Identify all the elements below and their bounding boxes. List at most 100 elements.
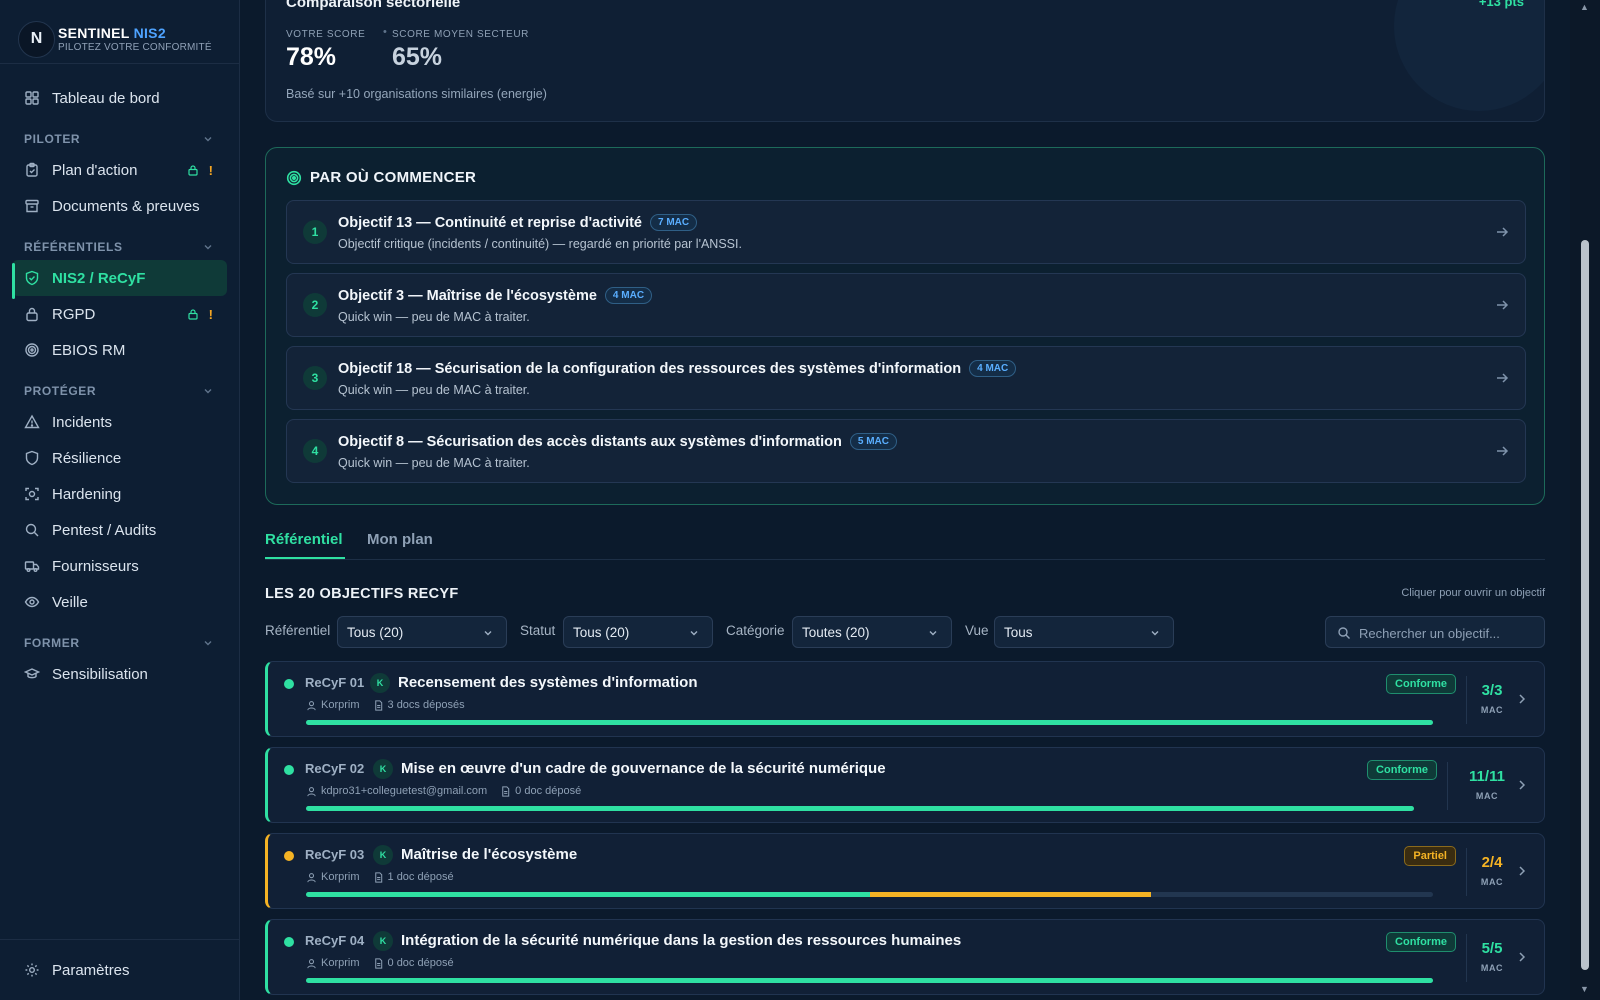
sidebar-item-fournisseurs[interactable]: Fournisseurs	[12, 548, 227, 584]
chevron-down-icon	[690, 631, 698, 636]
alert-icon: !	[208, 306, 213, 322]
objective-title: Recensement des systèmes d'information	[398, 674, 698, 691]
filter-label-categorie: Catégorie	[726, 623, 785, 638]
scroll-up-arrow-icon[interactable]: ▲	[1580, 2, 1589, 12]
arrow-right-icon	[1497, 227, 1509, 237]
sidebar-item-nis2[interactable]: NIS2 / ReCyF	[12, 260, 227, 296]
sidebar-item-settings[interactable]: Paramètres	[12, 952, 227, 988]
progress-done	[306, 892, 870, 897]
document-icon	[502, 785, 510, 797]
brand[interactable]: N SENTINEL NIS2 PILOTEZ VOTRE CONFORMITÉ	[18, 14, 212, 64]
warning-icon	[24, 414, 40, 429]
clipboard-icon	[26, 162, 38, 177]
objective-owner: Korprim	[321, 871, 360, 883]
objective-row[interactable]: ReCyF 01 K Recensement des systèmes d'in…	[265, 661, 1545, 737]
priority-step[interactable]: 4 Objectif 8 — Sécurisation des accès di…	[286, 419, 1526, 483]
tab-mon-plan[interactable]: Mon plan	[367, 531, 433, 548]
user-icon	[307, 958, 316, 968]
priority-step[interactable]: 1 Objectif 13 — Continuité et reprise d'…	[286, 200, 1526, 264]
sidebar-item-sensibilisation[interactable]: Sensibilisation	[12, 656, 227, 692]
card-title: Comparaison sectorielle	[286, 0, 461, 11]
mac-unit: MAC	[1480, 705, 1504, 715]
status-dot	[284, 765, 294, 775]
progress-bar	[306, 892, 1433, 897]
avatar: K	[373, 845, 393, 865]
sidebar-item-documents[interactable]: Documents & preuves	[12, 188, 227, 224]
sidebar-item-rgpd[interactable]: RGPD !	[12, 296, 227, 332]
document-icon	[374, 957, 382, 969]
sector-comparison-card: Comparaison sectorielle +13 pts VOTRE SC…	[265, 0, 1545, 122]
progress-bar	[306, 720, 1433, 725]
chevron-right-icon	[1519, 694, 1526, 704]
objective-row[interactable]: ReCyF 04 K Intégration de la sécurité nu…	[265, 919, 1545, 995]
chevron-down-icon	[204, 137, 212, 142]
brand-name: SENTINEL NIS2	[58, 24, 166, 41]
tab-bar: Référentiel Mon plan	[265, 523, 1545, 560]
objective-code: ReCyF 03	[305, 847, 365, 862]
decorative-circle	[1394, 0, 1544, 111]
step-description: Quick win — peu de MAC à traiter.	[338, 456, 530, 470]
gear-icon	[25, 963, 39, 977]
lock-icon	[188, 309, 198, 320]
section-former[interactable]: FORMER	[24, 635, 214, 651]
step-description: Objectif critique (incidents / continuit…	[338, 237, 742, 251]
divider	[1447, 762, 1448, 810]
search-input[interactable]	[1359, 623, 1539, 643]
sidebar-item-dashboard[interactable]: Tableau de bord	[12, 80, 227, 116]
page-scrollbar[interactable]: ▲ ▼	[1570, 0, 1600, 1000]
objective-row[interactable]: ReCyF 03 K Maîtrise de l'écosystème Korp…	[265, 833, 1545, 909]
avatar: K	[370, 673, 390, 693]
tab-referentiel[interactable]: Référentiel	[265, 531, 343, 548]
sidebar-item-incidents[interactable]: Incidents	[12, 404, 227, 440]
archive-icon	[25, 199, 39, 213]
sidebar-item-plan-action[interactable]: Plan d'action !	[12, 152, 227, 188]
sidebar-item-label: Plan d'action	[52, 161, 138, 179]
section-proteger[interactable]: PROTÉGER	[24, 383, 214, 399]
select-value: Tous (20)	[347, 624, 404, 640]
section-piloter[interactable]: PILOTER	[24, 131, 214, 147]
section-label: PROTÉGER	[24, 384, 97, 398]
progress-done	[306, 720, 1433, 725]
sidebar-item-label: Fournisseurs	[52, 557, 139, 575]
user-icon	[307, 786, 316, 796]
objectives-title: LES 20 OBJECTIFS RECYF	[265, 586, 459, 602]
chevron-right-icon	[1519, 952, 1526, 962]
objective-search[interactable]	[1325, 616, 1545, 648]
scrollbar-thumb[interactable]	[1581, 240, 1589, 970]
status-badge: Conforme	[1367, 760, 1437, 780]
sidebar-item-veille[interactable]: Veille	[12, 584, 227, 620]
objective-meta: Korprim 0 doc déposé	[306, 957, 454, 969]
scroll-down-arrow-icon[interactable]: ▼	[1580, 984, 1589, 994]
objective-meta: Korprim 1 doc déposé	[306, 871, 454, 883]
progress-partial	[869, 892, 1152, 897]
priority-step[interactable]: 2 Objectif 3 — Maîtrise de l'écosystème 4…	[286, 273, 1526, 337]
card-header: PAR OÙ COMMENCER	[286, 169, 476, 186]
sidebar-item-ebios[interactable]: EBIOS RM	[12, 332, 227, 368]
section-label: PILOTER	[24, 132, 81, 146]
section-referentiels[interactable]: RÉFÉRENTIELS	[24, 239, 214, 255]
filter-statut-select[interactable]: Tous (20)	[563, 616, 713, 648]
priority-step[interactable]: 3 Objectif 18 — Sécurisation de la confi…	[286, 346, 1526, 410]
sidebar-item-label: RGPD	[52, 305, 96, 323]
sidebar-item-resilience[interactable]: Résilience	[12, 440, 227, 476]
section-label: FORMER	[24, 636, 80, 650]
objective-title: Mise en œuvre d'un cadre de gouvernance …	[401, 760, 886, 777]
objective-meta: kdpro31+colleguetest@gmail.com 0 doc dép…	[306, 785, 581, 797]
sidebar-item-hardening[interactable]: Hardening	[12, 476, 227, 512]
objectives-hint: Cliquer pour ouvrir un objectif	[1401, 587, 1545, 599]
filter-vue-select[interactable]: Tous	[994, 616, 1174, 648]
filter-categorie-select[interactable]: Toutes (20)	[792, 616, 952, 648]
select-value: Tous	[1004, 624, 1033, 640]
sidebar-item-pentest[interactable]: Pentest / Audits	[12, 512, 227, 548]
sidebar-item-label: NIS2 / ReCyF	[52, 269, 146, 287]
select-value: Toutes (20)	[802, 624, 870, 640]
mac-count-badge: 5 MAC	[849, 433, 897, 450]
scan-icon	[25, 487, 39, 501]
chevron-down-icon	[204, 641, 212, 646]
sidebar: N SENTINEL NIS2 PILOTEZ VOTRE CONFORMITÉ…	[0, 0, 240, 1000]
objective-meta: Korprim 3 docs déposés	[306, 699, 465, 711]
status-badge: Conforme	[1386, 674, 1456, 694]
filter-referentiel-select[interactable]: Tous (20)	[337, 616, 507, 648]
objective-row[interactable]: ReCyF 02 K Mise en œuvre d'un cadre de g…	[265, 747, 1545, 823]
sidebar-item-label: EBIOS RM	[52, 341, 126, 359]
